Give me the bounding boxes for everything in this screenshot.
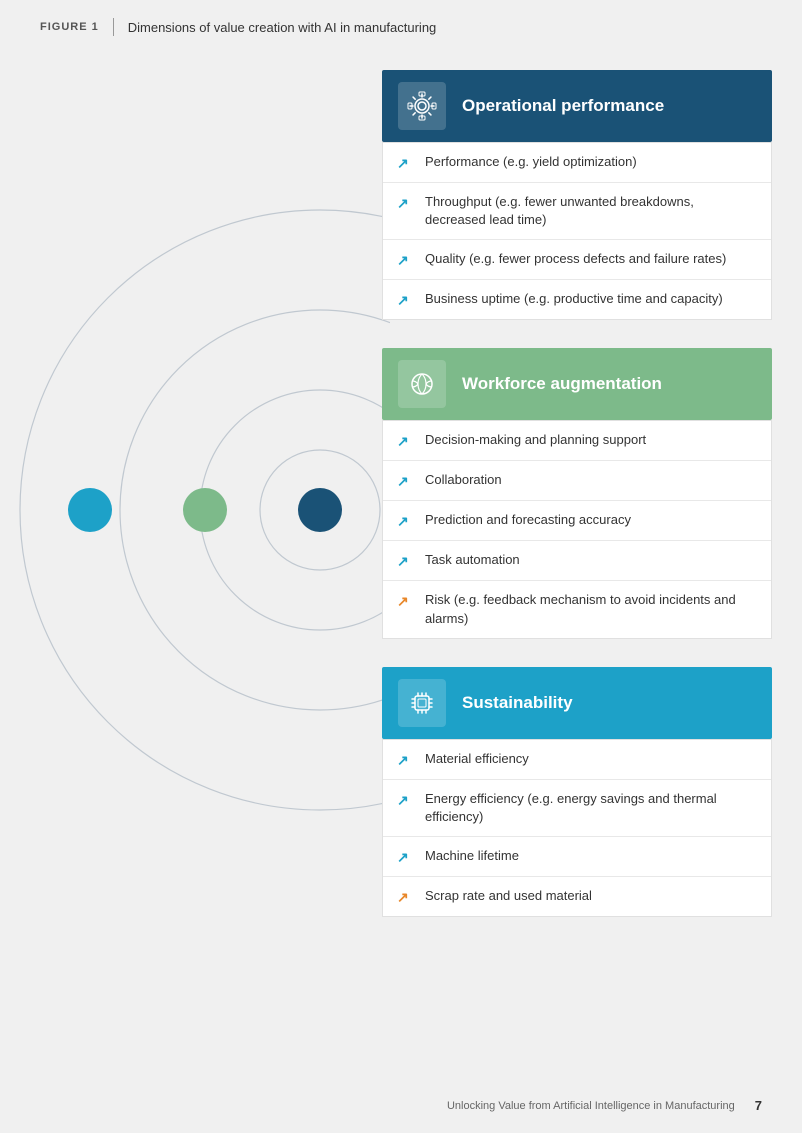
svg-text:↗: ↗ (397, 252, 409, 268)
list-item: ↗ Decision-making and planning support (383, 421, 771, 461)
item-text: Business uptime (e.g. productive time an… (425, 290, 723, 308)
footer-page: 7 (755, 1098, 762, 1113)
item-text: Prediction and forecasting accuracy (425, 511, 631, 529)
list-item: ↗ Throughput (e.g. fewer unwanted breakd… (383, 183, 771, 240)
svg-text:↗: ↗ (397, 849, 409, 865)
items-list-operational: ↗ Performance (e.g. yield optimization) … (382, 142, 772, 320)
gear-icon (398, 82, 446, 130)
svg-text:↗: ↗ (397, 433, 409, 449)
section-header-sustainability: Sustainability (382, 667, 772, 739)
items-list-workforce: ↗ Decision-making and planning support ↗… (382, 420, 772, 638)
item-text: Decision-making and planning support (425, 431, 646, 449)
svg-text:↗: ↗ (397, 473, 409, 489)
items-list-sustainability: ↗ Material efficiency ↗ Energy efficienc… (382, 739, 772, 917)
list-item: ↗ Collaboration (383, 461, 771, 501)
svg-text:↗: ↗ (397, 889, 409, 905)
list-item: ↗ Quality (e.g. fewer process defects an… (383, 240, 771, 280)
list-item: ↗ Task automation (383, 541, 771, 581)
section-title-sustainability: Sustainability (462, 693, 573, 713)
arrow-up-icon: ↗ (397, 472, 415, 490)
section-workforce: Workforce augmentation ↗ Decision-making… (382, 348, 772, 638)
arrow-up-icon: ↗ (397, 791, 415, 809)
footer: Unlocking Value from Artificial Intellig… (0, 1098, 802, 1113)
header: FIGURE 1 Dimensions of value creation wi… (0, 0, 802, 46)
item-text: Performance (e.g. yield optimization) (425, 153, 637, 171)
item-text: Machine lifetime (425, 847, 519, 865)
list-item: ↗ Scrap rate and used material (383, 877, 771, 916)
item-text: Collaboration (425, 471, 502, 489)
diagram-area (0, 60, 390, 960)
arrow-up-icon: ↗ (397, 751, 415, 769)
item-text: Scrap rate and used material (425, 887, 592, 905)
brain-icon (398, 360, 446, 408)
arrow-up-icon: ↗ (397, 251, 415, 269)
arrow-up-icon: ↗ (397, 432, 415, 450)
arrow-up-icon: ↗ (397, 552, 415, 570)
arrow-up-icon: ↗ (397, 194, 415, 212)
item-text: Quality (e.g. fewer process defects and … (425, 250, 726, 268)
arrow-up-icon: ↗ (397, 154, 415, 172)
svg-text:↗: ↗ (397, 553, 409, 569)
svg-text:↗: ↗ (397, 155, 409, 171)
arrow-up-icon: ↗ (397, 291, 415, 309)
list-item: ↗ Risk (e.g. feedback mechanism to avoid… (383, 581, 771, 637)
list-item: ↗ Business uptime (e.g. productive time … (383, 280, 771, 319)
section-header-operational: Operational performance (382, 70, 772, 142)
section-header-workforce: Workforce augmentation (382, 348, 772, 420)
svg-text:↗: ↗ (397, 292, 409, 308)
header-title: Dimensions of value creation with AI in … (128, 20, 437, 35)
list-item: ↗ Material efficiency (383, 740, 771, 780)
list-item: ↗ Performance (e.g. yield optimization) (383, 143, 771, 183)
svg-text:↗: ↗ (397, 593, 409, 609)
svg-text:↗: ↗ (397, 752, 409, 768)
list-item: ↗ Machine lifetime (383, 837, 771, 877)
header-divider (113, 18, 114, 36)
arrow-orange-icon: ↗ (397, 592, 415, 610)
content-area: Operational performance ↗ Performance (e… (382, 60, 802, 955)
section-sustainability: Sustainability ↗ Material efficiency ↗ E… (382, 667, 772, 917)
section-operational: Operational performance ↗ Performance (e… (382, 70, 772, 320)
arrow-up-icon: ↗ (397, 512, 415, 530)
page: FIGURE 1 Dimensions of value creation wi… (0, 0, 802, 1133)
item-text: Risk (e.g. feedback mechanism to avoid i… (425, 591, 757, 627)
footer-text: Unlocking Value from Artificial Intellig… (447, 1100, 735, 1112)
item-text: Throughput (e.g. fewer unwanted breakdow… (425, 193, 757, 229)
svg-text:↗: ↗ (397, 792, 409, 808)
list-item: ↗ Prediction and forecasting accuracy (383, 501, 771, 541)
item-text: Task automation (425, 551, 520, 569)
svg-text:↗: ↗ (397, 195, 409, 211)
item-text: Material efficiency (425, 750, 529, 768)
list-item: ↗ Energy efficiency (e.g. energy savings… (383, 780, 771, 837)
item-text: Energy efficiency (e.g. energy savings a… (425, 790, 757, 826)
figure-label: FIGURE 1 (40, 21, 99, 33)
section-title-operational: Operational performance (462, 96, 664, 116)
chip-icon (398, 679, 446, 727)
arrow-orange-icon: ↗ (397, 888, 415, 906)
section-title-workforce: Workforce augmentation (462, 374, 662, 394)
svg-text:↗: ↗ (397, 513, 409, 529)
diagram-svg (0, 60, 390, 960)
arrow-up-icon: ↗ (397, 848, 415, 866)
